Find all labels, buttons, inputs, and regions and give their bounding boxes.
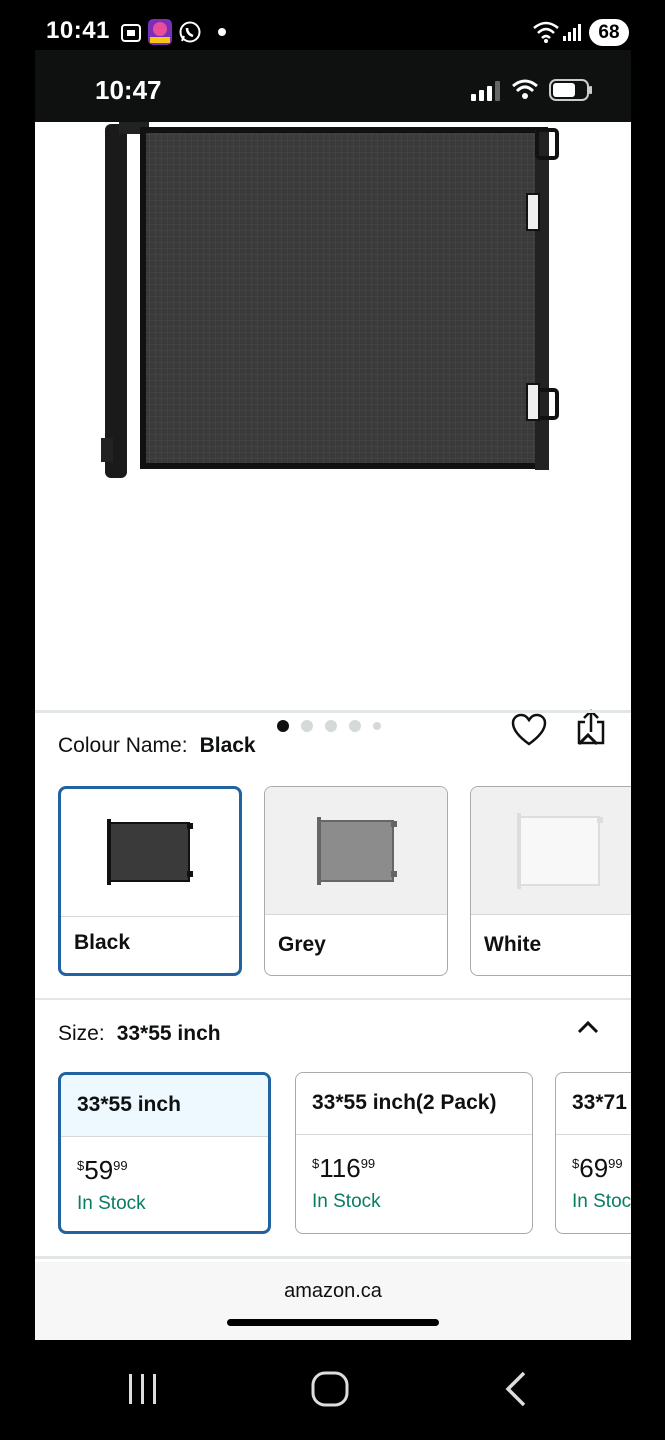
pagination-dot[interactable] xyxy=(301,720,313,732)
size-option-label: 33*55 inch(2 Pack) xyxy=(296,1073,532,1135)
screenshot-icon xyxy=(121,24,141,42)
colour-heading: Colour Name: Black xyxy=(58,734,256,758)
colour-thumb xyxy=(471,787,631,915)
colour-option-white[interactable]: White xyxy=(470,786,631,976)
size-option-price: $6999 xyxy=(572,1153,623,1183)
ios-clock: 10:47 xyxy=(95,75,162,105)
size-option-price: $11699 xyxy=(312,1153,376,1183)
colour-selected-value: Black xyxy=(199,734,256,757)
wifi-icon xyxy=(533,21,559,43)
chevron-up-icon[interactable] xyxy=(576,731,600,747)
pagination-dot[interactable] xyxy=(349,720,361,732)
browser-url-bar[interactable]: amazon.ca xyxy=(35,1262,631,1340)
colour-thumb xyxy=(61,789,239,917)
back-icon[interactable] xyxy=(502,1370,530,1408)
colour-option-label: White xyxy=(484,933,542,956)
colour-label: Colour Name: xyxy=(58,734,188,757)
android-status-bar: 10:41 68 xyxy=(0,0,665,50)
colour-option-label: Black xyxy=(74,931,131,954)
battery-level-badge: 68 xyxy=(589,19,629,46)
battery-icon xyxy=(549,79,592,101)
recents-icon[interactable] xyxy=(126,1372,160,1406)
android-clock: 10:41 xyxy=(46,17,110,44)
home-icon[interactable] xyxy=(310,1370,350,1408)
product-image-carousel[interactable] xyxy=(35,122,631,746)
colour-option-black[interactable]: Black xyxy=(58,786,242,976)
pagination-dot[interactable] xyxy=(325,720,337,732)
size-option[interactable]: 33*55 inch(2 Pack) $11699 In Stock xyxy=(295,1072,533,1234)
product-gate-image xyxy=(101,122,559,478)
pagination-dot[interactable] xyxy=(373,722,381,730)
ios-status-bar: 10:47 xyxy=(35,50,631,122)
chevron-up-icon[interactable] xyxy=(576,1019,600,1035)
size-option-label: 33*71 xyxy=(556,1073,631,1135)
carousel-pagination[interactable] xyxy=(277,720,381,732)
size-label: Size: xyxy=(58,1022,105,1045)
ios-screen: 10:47 Colour Name: Black Black Grey Whit… xyxy=(35,50,631,1340)
stock-status: In Stoc xyxy=(572,1191,631,1212)
wifi-icon xyxy=(512,79,538,99)
url-text[interactable]: amazon.ca xyxy=(35,1280,631,1303)
notification-dot-icon xyxy=(218,28,226,36)
size-option[interactable]: 33*71 $6999 In Stoc xyxy=(555,1072,631,1234)
signal-icon xyxy=(563,24,581,41)
size-option[interactable]: 33*55 inch $5999 In Stock xyxy=(58,1072,271,1234)
section-divider xyxy=(35,1256,631,1259)
colour-thumb xyxy=(265,787,447,915)
slots-app-icon xyxy=(148,19,172,45)
stock-status: In Stock xyxy=(77,1193,146,1214)
heart-icon[interactable] xyxy=(511,713,547,747)
size-option-price: $5999 xyxy=(77,1155,128,1185)
colour-option-label: Grey xyxy=(278,933,326,956)
cellular-signal-icon xyxy=(471,81,500,101)
size-option-label: 33*55 inch xyxy=(61,1075,268,1137)
stock-status: In Stock xyxy=(312,1191,381,1212)
size-selected-value: 33*55 inch xyxy=(116,1022,221,1045)
pagination-dot[interactable] xyxy=(277,720,289,732)
section-divider xyxy=(35,998,631,1000)
size-heading: Size: 33*55 inch xyxy=(58,1022,221,1046)
colour-option-grey[interactable]: Grey xyxy=(264,786,448,976)
android-navigation-bar xyxy=(0,1340,665,1440)
home-indicator[interactable] xyxy=(227,1319,439,1326)
whatsapp-icon xyxy=(179,21,201,43)
section-divider xyxy=(35,710,631,713)
